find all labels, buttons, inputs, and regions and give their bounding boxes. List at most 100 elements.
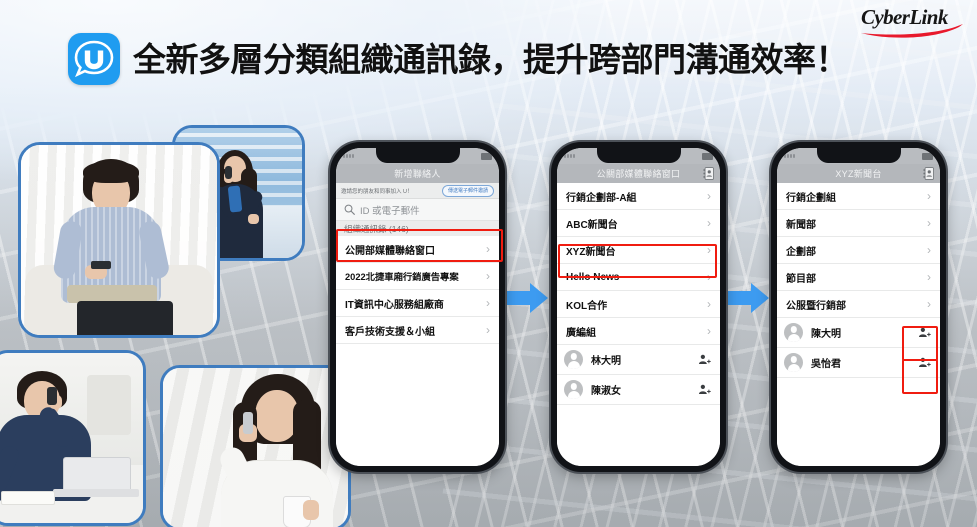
chevron-right-icon: › bbox=[486, 323, 490, 337]
contact-name: 陳淑女 bbox=[591, 386, 621, 397]
list-item[interactable]: 2022北捷車廂行銷廣告專案 › bbox=[336, 263, 499, 290]
chevron-right-icon: › bbox=[927, 270, 931, 284]
contact-row[interactable]: 吳怡君 bbox=[777, 348, 940, 378]
contact-name: 林大明 bbox=[591, 356, 621, 367]
phone-1-list: 公開部媒體聯絡窗口 › 2022北捷車廂行銷廣告專案 › IT資訊中心服務組廠商… bbox=[336, 236, 499, 466]
cyberlink-logo: CyberLink bbox=[859, 4, 969, 40]
add-contact-icon[interactable] bbox=[698, 354, 711, 365]
phone-1: 新增聯絡人 邀請您的朋友和同事加入 U！ 傳送電子郵件邀請 ID 或電子郵件 組… bbox=[330, 142, 505, 472]
contact-name: 陳大明 bbox=[811, 329, 841, 340]
person-avatar-icon bbox=[784, 323, 803, 342]
list-item[interactable]: ABC新聞台 › bbox=[557, 210, 720, 237]
list-item[interactable]: 節目部 › bbox=[777, 264, 940, 291]
phone-3-screen: XYZ新聞台 行銷企劃組 › 新聞部 › 企劃部 › 節目部 › 公服暨行銷部 … bbox=[777, 148, 940, 466]
contact-book-icon[interactable] bbox=[703, 167, 714, 180]
chevron-right-icon: › bbox=[486, 269, 490, 283]
status-right bbox=[481, 152, 492, 160]
chevron-right-icon: › bbox=[707, 216, 711, 230]
phone-2-nav-bar: 公關部媒體聯絡窗口 bbox=[557, 164, 720, 183]
contact-name: 吳怡君 bbox=[811, 359, 841, 370]
chevron-right-icon: › bbox=[707, 189, 711, 203]
list-item[interactable]: 行銷企劃部-A組 › bbox=[557, 183, 720, 210]
phone-1-nav-bar: 新增聯絡人 bbox=[336, 164, 499, 183]
list-item-label: IT資訊中心服務組廠商 bbox=[345, 299, 444, 311]
chevron-right-icon: › bbox=[707, 297, 711, 311]
phone-1-screen: 新增聯絡人 邀請您的朋友和同事加入 U！ 傳送電子郵件邀請 ID 或電子郵件 組… bbox=[336, 148, 499, 466]
list-item[interactable]: 新聞部 › bbox=[777, 210, 940, 237]
list-item-label: 行銷企劃組 bbox=[786, 192, 836, 204]
chevron-right-icon: › bbox=[927, 297, 931, 311]
young-man-on-phone-photo bbox=[0, 350, 146, 526]
invite-text: 邀請您的朋友和同事加入 U！ bbox=[341, 188, 413, 195]
list-item-label: 行銷企劃部-A組 bbox=[566, 192, 637, 204]
search-input[interactable]: ID 或電子郵件 bbox=[360, 203, 420, 217]
list-item-label: 節目部 bbox=[786, 273, 816, 285]
list-item-label: 廣編組 bbox=[566, 327, 596, 339]
cyberlink-swoosh-icon bbox=[861, 24, 963, 38]
phone-1-nav-title: 新增聯絡人 bbox=[394, 169, 441, 179]
phone-3: XYZ新聞台 行銷企劃組 › 新聞部 › 企劃部 › 節目部 › 公服暨行銷部 … bbox=[771, 142, 946, 472]
add-contact-icon[interactable] bbox=[918, 357, 931, 368]
phone-3-nav-title: XYZ新聞台 bbox=[835, 169, 882, 179]
signal-icon bbox=[784, 154, 795, 158]
headline-text: 全新多層分類組織通訊錄，提升跨部門溝通效率！ bbox=[133, 40, 849, 78]
list-item[interactable]: 行銷企劃組 › bbox=[777, 183, 940, 210]
contact-row[interactable]: 陳淑女 bbox=[557, 375, 720, 405]
photo-collage bbox=[0, 120, 351, 527]
signal-icon bbox=[343, 154, 354, 158]
list-item[interactable]: IT資訊中心服務組廠商 › bbox=[336, 290, 499, 317]
invite-banner: 邀請您的朋友和同事加入 U！ 傳送電子郵件邀請 bbox=[336, 183, 499, 199]
section-header-org-directory: 組織通訊錄 (146) bbox=[336, 221, 499, 236]
list-item[interactable]: Hello News › bbox=[557, 264, 720, 291]
phone-notch bbox=[375, 148, 460, 163]
add-contact-icon[interactable] bbox=[918, 327, 931, 338]
phone-3-list: 行銷企劃組 › 新聞部 › 企劃部 › 節目部 › 公服暨行銷部 › 陳大明 吳… bbox=[777, 183, 940, 466]
contact-row[interactable]: 陳大明 bbox=[777, 318, 940, 348]
flow-arrow-2 bbox=[724, 281, 770, 315]
send-email-invite-button[interactable]: 傳送電子郵件邀請 bbox=[441, 184, 494, 197]
status-right bbox=[922, 152, 933, 160]
search-bar[interactable]: ID 或電子郵件 bbox=[336, 199, 499, 221]
chevron-right-icon: › bbox=[927, 189, 931, 203]
phone-2-list: 行銷企劃部-A組 › ABC新聞台 › XYZ新聞台 › Hello News … bbox=[557, 183, 720, 466]
phone-2-nav-title: 公關部媒體聯絡窗口 bbox=[596, 169, 681, 179]
list-item-label: KOL合作 bbox=[566, 300, 608, 312]
flow-arrow-1 bbox=[503, 281, 549, 315]
phone-2-screen: 公關部媒體聯絡窗口 行銷企劃部-A組 › ABC新聞台 › XYZ新聞台 › H… bbox=[557, 148, 720, 466]
person-avatar-icon bbox=[564, 380, 583, 399]
person-avatar-icon bbox=[784, 353, 803, 372]
phone-2: 公關部媒體聯絡窗口 行銷企劃部-A組 › ABC新聞台 › XYZ新聞台 › H… bbox=[551, 142, 726, 472]
contact-book-icon[interactable] bbox=[923, 167, 934, 180]
phone-notch bbox=[816, 148, 901, 163]
add-contact-icon[interactable] bbox=[698, 384, 711, 395]
slide-canvas: CyberLink 全新多層分類組織通訊錄，提升跨部門溝通效率！ 新增聯絡人 邀… bbox=[0, 0, 977, 527]
list-item[interactable]: 廣編組 › bbox=[557, 318, 720, 345]
contact-row[interactable]: 林大明 bbox=[557, 345, 720, 375]
chevron-right-icon: › bbox=[707, 270, 711, 284]
list-item[interactable]: 企劃部 › bbox=[777, 237, 940, 264]
list-item[interactable]: KOL合作 › bbox=[557, 291, 720, 318]
list-item[interactable]: 公服暨行銷部 › bbox=[777, 291, 940, 318]
status-right bbox=[702, 152, 713, 160]
list-item-label: 客戶技術支援＆小組 bbox=[345, 326, 435, 338]
search-icon bbox=[344, 204, 355, 215]
list-item-label: Hello News bbox=[566, 271, 620, 283]
chevron-right-icon: › bbox=[707, 324, 711, 338]
list-item[interactable]: 公開部媒體聯絡窗口 › bbox=[336, 236, 499, 263]
list-item-label: 企劃部 bbox=[786, 246, 816, 258]
list-item-label: XYZ新聞台 bbox=[566, 246, 616, 258]
list-item-label: 公開部媒體聯絡窗口 bbox=[345, 245, 435, 257]
list-item-label: 2022北捷車廂行銷廣告專案 bbox=[345, 272, 459, 282]
arrow-right-icon bbox=[503, 283, 548, 313]
arrow-right-icon bbox=[724, 283, 769, 313]
phone-3-nav-bar: XYZ新聞台 bbox=[777, 164, 940, 183]
battery-icon bbox=[922, 152, 933, 160]
chevron-right-icon: › bbox=[486, 296, 490, 310]
signal-icon bbox=[564, 154, 575, 158]
chevron-right-icon: › bbox=[927, 216, 931, 230]
list-item[interactable]: XYZ新聞台 › bbox=[557, 237, 720, 264]
chevron-right-icon: › bbox=[927, 243, 931, 257]
list-item[interactable]: 客戶技術支援＆小組 › bbox=[336, 317, 499, 344]
battery-icon bbox=[702, 152, 713, 160]
list-item-label: 新聞部 bbox=[786, 219, 816, 231]
